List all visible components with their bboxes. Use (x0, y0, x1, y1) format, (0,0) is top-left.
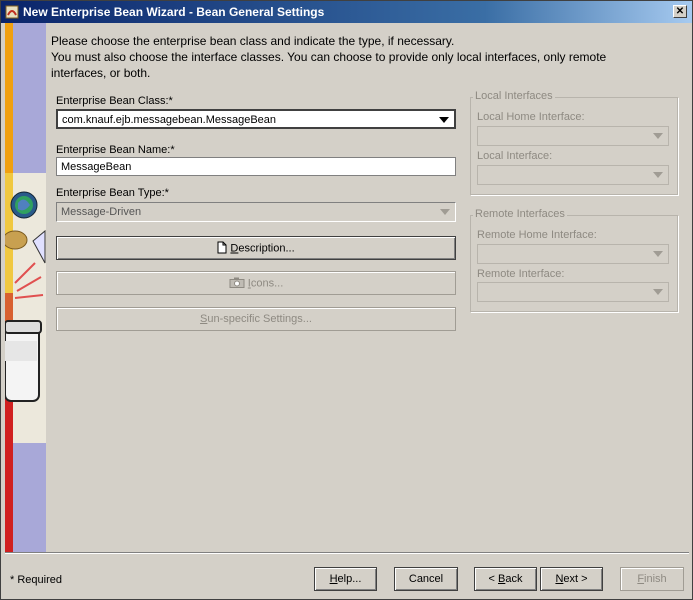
back-label: ack (505, 573, 523, 585)
cancel-label: Cancel (408, 573, 444, 585)
help-mnemonic: H (329, 573, 338, 585)
window-title: New Enterprise Bean Wizard - Bean Genera… (23, 5, 325, 19)
back-prefix: < (488, 573, 498, 585)
next-button[interactable]: Next > (540, 567, 603, 591)
bean-name-label: Enterprise Bean Name:* (56, 144, 175, 156)
sun-specific-settings-button[interactable]: Sun-specific Settings... (56, 307, 456, 331)
chevron-down-icon[interactable] (436, 113, 452, 127)
next-label: ext > (563, 573, 588, 585)
document-icon (217, 241, 227, 254)
bean-type-combo[interactable]: Message-Driven (56, 202, 456, 222)
sun-label: un-specific Settings... (207, 313, 312, 325)
chevron-down-icon (653, 289, 663, 295)
bean-name-value: MessageBean (61, 161, 132, 173)
remote-interface-label: Remote Interface: (477, 268, 565, 280)
finish-button[interactable]: Finish (620, 567, 684, 591)
cancel-button[interactable]: Cancel (394, 567, 458, 591)
bean-class-value: com.knauf.ejb.messagebean.MessageBean (62, 114, 277, 126)
app-icon (5, 5, 19, 19)
help-label: elp... (337, 573, 362, 585)
bean-type-value: Message-Driven (61, 206, 142, 218)
bean-name-field[interactable]: MessageBean (56, 157, 456, 176)
description-button[interactable]: Description... (56, 236, 456, 260)
intro-line-2: You must also choose the interface class… (51, 50, 607, 64)
local-home-label: Local Home Interface: (477, 111, 585, 123)
bean-type-label: Enterprise Bean Type:* (56, 187, 169, 199)
icons-button[interactable]: Icons... (56, 271, 456, 295)
local-interface-label: Local Interface: (477, 150, 553, 162)
description-label: escription... (238, 242, 295, 255)
intro-line-3: interfaces, or both. (51, 66, 151, 80)
close-button[interactable]: ✕ (673, 5, 687, 18)
chevron-down-icon (653, 251, 663, 257)
local-interfaces-title: Local Interfaces (473, 90, 555, 102)
close-icon: ✕ (675, 6, 685, 17)
chevron-down-icon (653, 133, 663, 139)
chevron-down-icon (440, 209, 450, 215)
local-home-combo[interactable] (477, 126, 669, 146)
title-bar[interactable]: New Enterprise Bean Wizard - Bean Genera… (1, 1, 692, 23)
back-button[interactable]: < Back (474, 567, 537, 591)
chevron-down-icon (653, 172, 663, 178)
bean-class-label: Enterprise Bean Class:* (56, 95, 173, 107)
footer-separator (5, 552, 689, 554)
remote-interfaces-title: Remote Interfaces (473, 208, 567, 220)
remote-home-combo[interactable] (477, 244, 669, 264)
required-note: * Required (10, 574, 62, 586)
finish-label: inish (644, 573, 667, 585)
intro-line-1: Please choose the enterprise bean class … (51, 34, 455, 48)
wizard-graphic (5, 23, 46, 552)
local-interface-combo[interactable] (477, 165, 669, 185)
wizard-window: New Enterprise Bean Wizard - Bean Genera… (0, 0, 693, 600)
bean-class-combo[interactable]: com.knauf.ejb.messagebean.MessageBean (56, 109, 456, 129)
help-button[interactable]: Help... (314, 567, 377, 591)
remote-interface-combo[interactable] (477, 282, 669, 302)
icons-label: cons... (250, 277, 284, 290)
camera-icon (229, 277, 245, 288)
remote-home-label: Remote Home Interface: (477, 229, 597, 241)
